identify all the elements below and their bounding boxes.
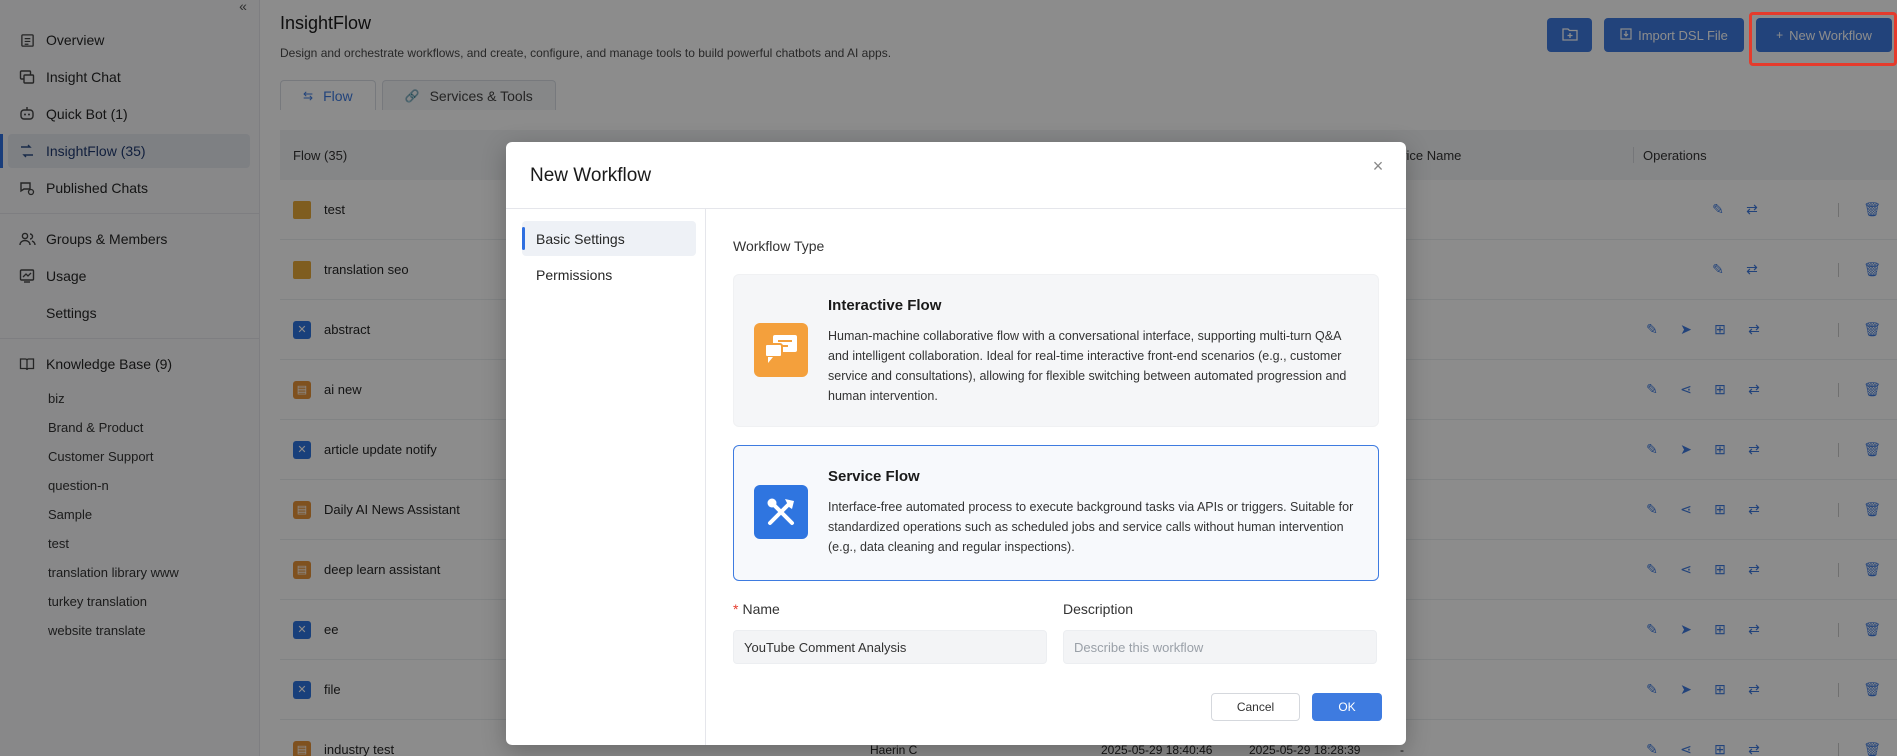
new-workflow-dialog: New Workflow × Basic Settings Permission… [506,142,1406,745]
interactive-flow-icon [754,323,808,377]
side-nav-basic-settings[interactable]: Basic Settings [522,221,696,256]
description-label: Description [1063,601,1134,617]
close-icon[interactable]: × [1368,156,1388,176]
name-field[interactable] [733,630,1047,664]
service-flow-icon [754,485,808,539]
name-label-text: Name [742,601,780,617]
description-field[interactable] [1063,630,1377,664]
service-flow-title: Service Flow [828,468,920,485]
name-label: * Name [733,601,780,617]
required-marker: * [733,601,739,617]
side-nav-permissions[interactable]: Permissions [522,257,696,292]
interactive-flow-title: Interactive Flow [828,297,942,314]
service-flow-option[interactable]: Service Flow Interface-free automated pr… [733,445,1379,581]
dialog-side-nav: Basic Settings Permissions [506,209,706,745]
dialog-title: New Workflow [530,165,652,186]
workflow-type-label: Workflow Type [733,238,825,254]
interactive-flow-description: Human-machine collaborative flow with a … [828,329,1347,403]
interactive-flow-option[interactable]: Interactive Flow Human-machine collabora… [733,274,1379,427]
ok-button[interactable]: OK [1312,693,1382,721]
service-flow-description: Interface-free automated process to exec… [828,500,1354,554]
cancel-button[interactable]: Cancel [1211,693,1300,721]
new-workflow-highlight [1749,12,1897,66]
